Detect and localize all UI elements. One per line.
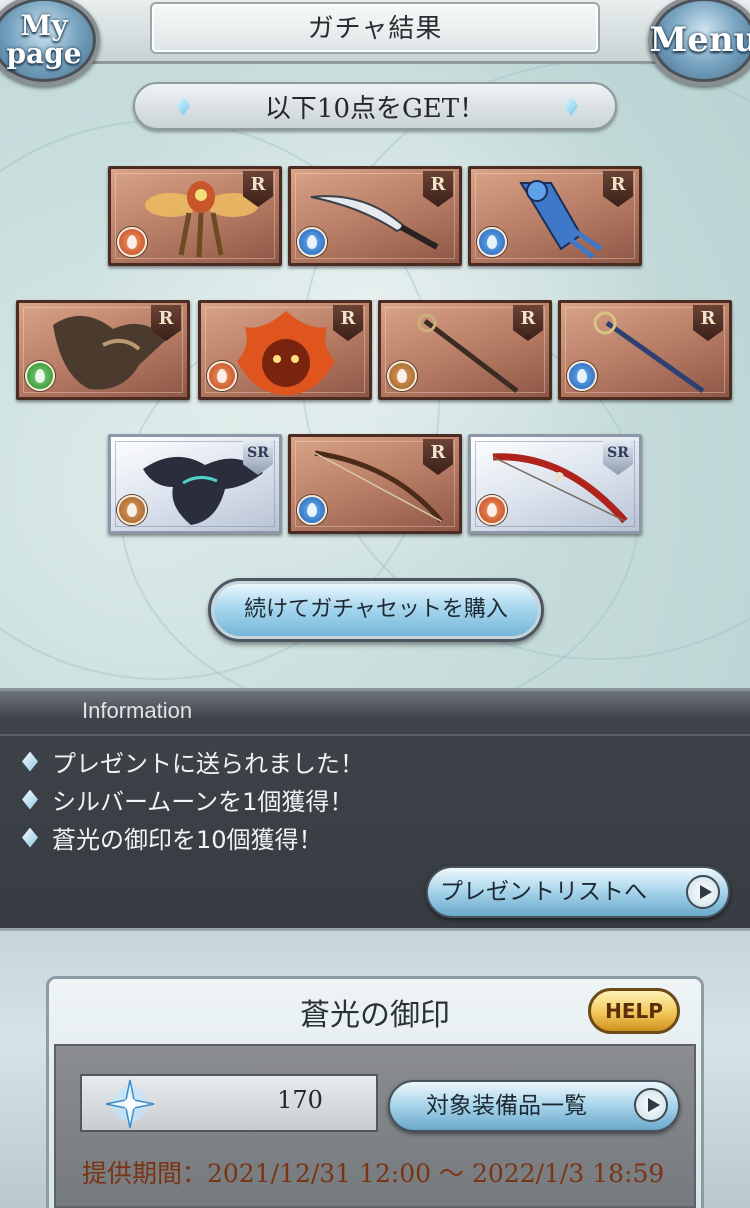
water-element-icon [477, 227, 507, 257]
result-item-6[interactable]: R [378, 300, 552, 400]
seal-crystal-icon [105, 1079, 155, 1129]
result-item-10[interactable]: SR [468, 434, 642, 534]
get-banner-text: 以下10点をGET！ [264, 94, 486, 124]
result-item-4[interactable]: R [16, 300, 190, 400]
info-message: シルバームーンを1個獲得！ [22, 782, 353, 817]
result-item-7[interactable]: R [558, 300, 732, 400]
scepter-art [593, 311, 705, 394]
gauntlet-art [519, 180, 603, 259]
diamond-bullet-icon [22, 789, 38, 810]
info-message-text: シルバームーンを1個獲得！ [52, 788, 354, 816]
divider [0, 734, 750, 736]
play-arrow-icon [686, 875, 720, 909]
help-button[interactable]: HELP [588, 988, 680, 1034]
diamond-bullet-icon [22, 751, 38, 772]
water-element-icon [567, 361, 597, 391]
info-message: プレゼントに送られました！ [22, 744, 364, 779]
staff-art [417, 313, 519, 393]
info-message: 蒼光の御印を10個獲得！ [22, 820, 323, 855]
page-title: ガチャ結果 [307, 14, 443, 44]
flame-spirit-art [237, 311, 335, 395]
fire-element-icon [207, 361, 237, 391]
wind-element-icon [25, 361, 55, 391]
seal-count: 170 [277, 1086, 323, 1114]
mypage-label: My page [6, 9, 82, 70]
continue-gacha-button[interactable]: 続けてガチャセットを購入 [208, 578, 544, 642]
earth-element-icon [117, 495, 147, 525]
earth-element-icon [387, 361, 417, 391]
water-element-icon [297, 227, 327, 257]
present-list-label: プレゼントリストへ [440, 879, 647, 905]
fire-element-icon [117, 227, 147, 257]
water-element-icon [297, 495, 327, 525]
target-equipment-label: 対象装備品一覧 [426, 1093, 587, 1119]
info-message-text: 蒼光の御印を10個獲得！ [52, 826, 323, 854]
result-item-3[interactable]: R [468, 166, 642, 266]
result-item-5[interactable]: R [198, 300, 372, 400]
result-item-2[interactable]: R [288, 166, 462, 266]
diamond-bullet-icon [22, 827, 38, 848]
result-item-8[interactable]: SR [108, 434, 282, 534]
information-title: Information [82, 698, 193, 723]
menu-label: Menu [649, 20, 750, 60]
offer-period: 提供期間：2021/12/31 12:00 〜 2022/1/3 18:59 [82, 1159, 665, 1188]
info-message-text: プレゼントに送られました！ [52, 750, 364, 778]
result-item-9[interactable]: R [288, 434, 462, 534]
play-arrow-icon [634, 1088, 668, 1122]
present-list-button[interactable]: プレゼントリストへ [426, 866, 730, 918]
result-item-1[interactable]: R [108, 166, 282, 266]
fire-element-icon [477, 495, 507, 525]
